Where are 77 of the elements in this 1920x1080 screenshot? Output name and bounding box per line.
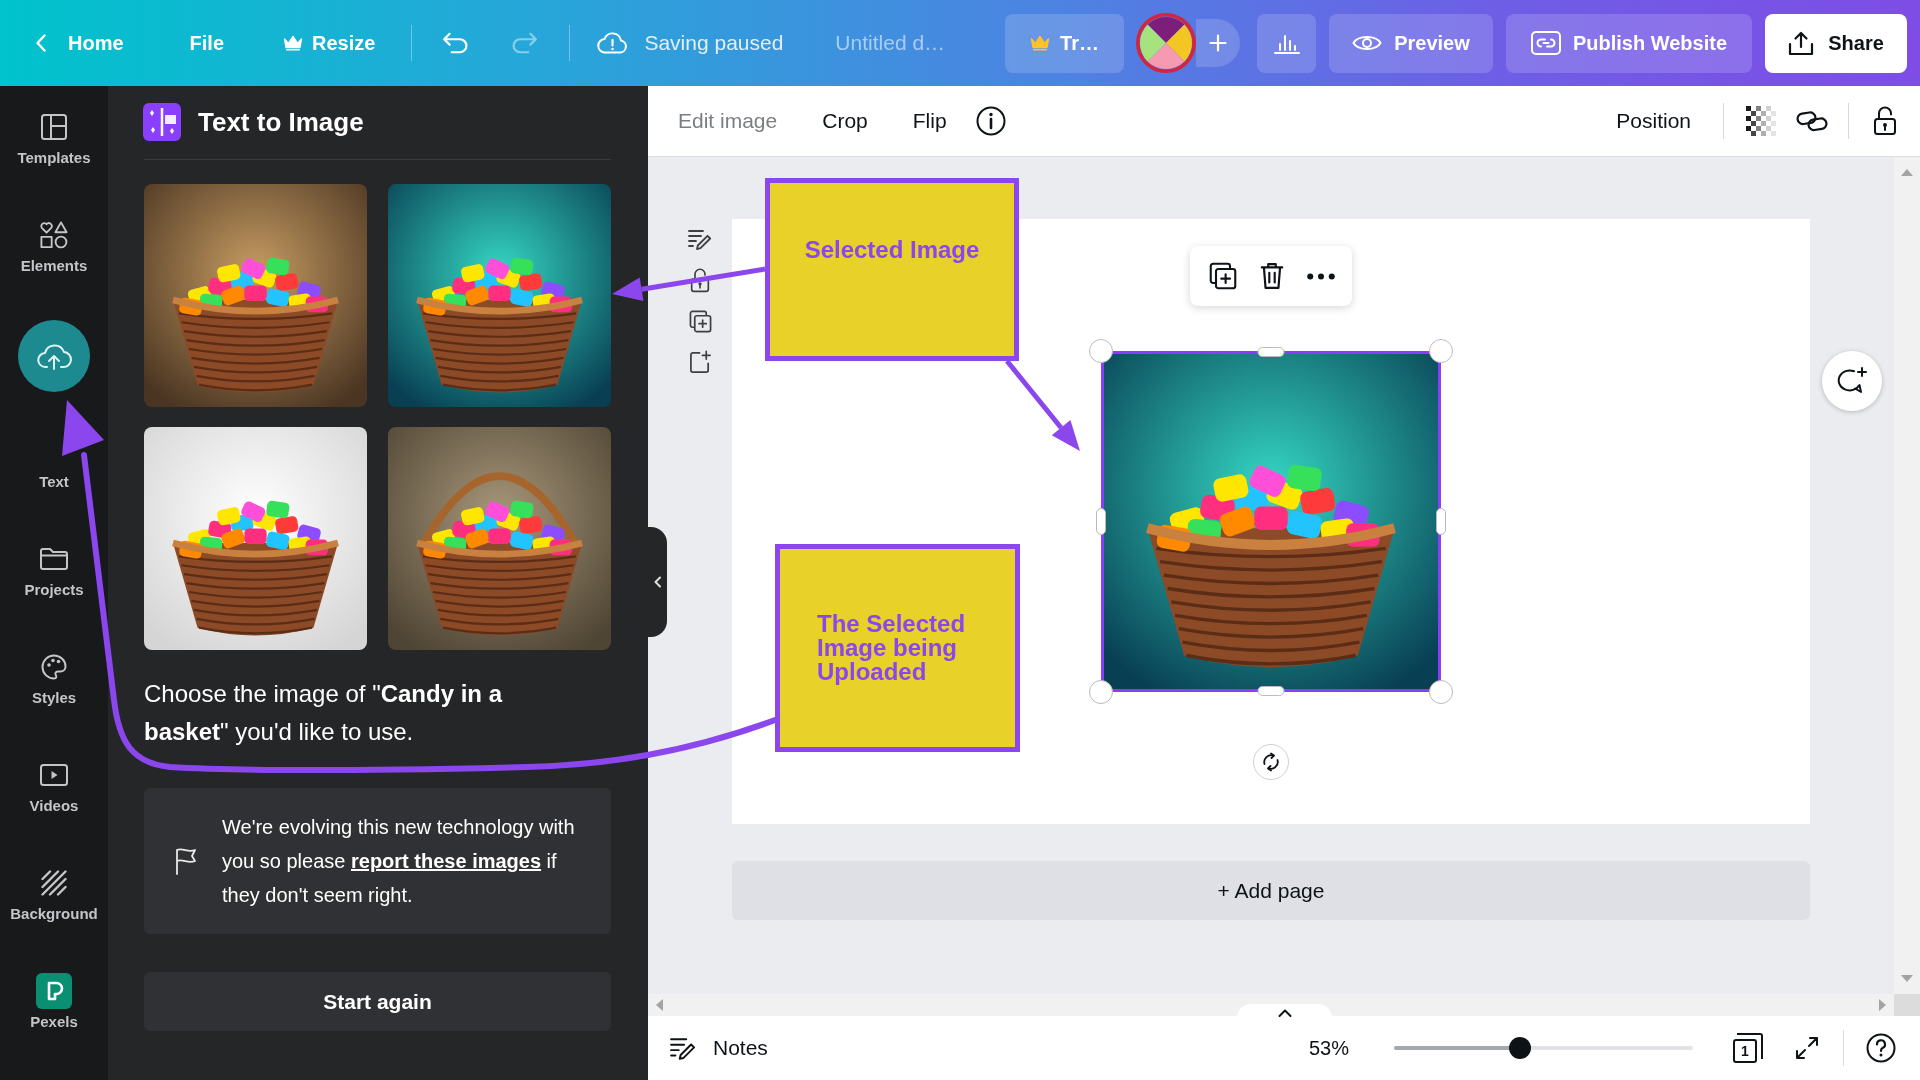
fullscreen-icon[interactable]: [1795, 1036, 1819, 1060]
shapes-icon: [40, 221, 68, 249]
sidebar-item[interactable]: Videos: [0, 734, 108, 842]
more-icon[interactable]: [1307, 272, 1335, 280]
report-link[interactable]: report these images: [351, 850, 542, 872]
sidebar-item[interactable]: Styles: [0, 626, 108, 734]
notes-pencil-icon: [670, 1035, 696, 1061]
position-button[interactable]: Position: [1616, 99, 1691, 143]
trash-icon[interactable]: [1260, 262, 1284, 290]
cloud-alert-icon: [596, 31, 629, 55]
rotate-button[interactable]: [1253, 744, 1289, 780]
app-logo-icon: [143, 103, 181, 141]
add-button[interactable]: [1196, 19, 1240, 67]
share-icon: [1788, 30, 1815, 56]
candy-basket-drawing[interactable]: [144, 427, 367, 650]
folder-icon: [40, 548, 68, 570]
duplicate-icon[interactable]: [688, 310, 712, 333]
crown-icon: [1030, 35, 1051, 51]
help-icon[interactable]: [1866, 1033, 1896, 1063]
instruction-text: Choose the image of "Candy in a basket" you'd like to use.: [144, 679, 504, 747]
website-icon: [1530, 31, 1561, 55]
diagonal-stripes-icon: [41, 870, 67, 896]
zoom-level-text: 53%: [1308, 1036, 1349, 1060]
video-icon: [40, 764, 68, 786]
publish-website-button[interactable]: Publish Website: [1506, 13, 1752, 73]
toolbar-button[interactable]: Crop: [822, 99, 868, 143]
candy-basket-drawing[interactable]: [144, 184, 367, 407]
sidebar-item[interactable]: Background: [0, 842, 108, 950]
chart-button[interactable]: [1257, 13, 1316, 73]
sidebar-item[interactable]: Elements: [0, 194, 108, 302]
slider-thumb[interactable]: [1508, 1037, 1531, 1059]
chevron-left-icon: [36, 34, 46, 52]
preview-button[interactable]: Preview: [1329, 13, 1493, 73]
plus-icon: [1209, 34, 1227, 52]
notice-text: We're evolving this new technology with you so please report these images if they don't seem right.: [222, 815, 576, 908]
avatar-icon[interactable]: [1136, 13, 1196, 73]
palette-icon: [41, 654, 67, 680]
candy-basket-drawing[interactable]: [388, 184, 611, 407]
flag-icon: [175, 847, 197, 875]
sidebar-item[interactable]: Projects: [0, 518, 108, 626]
start-again-button[interactable]: Start again: [144, 972, 611, 1031]
callout-note: Selected Image: [765, 178, 1019, 361]
checkerboard-icon[interactable]: [1746, 106, 1776, 136]
eye-icon: [1352, 33, 1383, 53]
templates-icon: [41, 114, 67, 140]
candy-basket-drawing[interactable]: [388, 427, 611, 650]
sidebar-item[interactable]: Pexels: [0, 950, 108, 1058]
toolbar-button[interactable]: Flip: [912, 99, 947, 143]
crown-icon: [283, 35, 304, 51]
callout-note: The Selected Image being Uploaded: [775, 544, 1020, 752]
chevron-left-icon: [653, 576, 662, 588]
sidebar-item[interactable]: Text: [0, 410, 108, 518]
scrollbar-corner: [1894, 994, 1920, 1016]
add-page-button[interactable]: + Add page: [732, 861, 1810, 920]
padlock-icon[interactable]: [690, 268, 710, 293]
link-icon[interactable]: [1796, 109, 1828, 133]
undo-icon[interactable]: [442, 32, 469, 54]
sidebar-item[interactable]: Templates: [0, 86, 108, 194]
panel-title: Text to Image: [198, 106, 364, 138]
comment-plus-icon: [1837, 367, 1867, 395]
pexels-logo-icon: [36, 973, 72, 1009]
selected-candy-basket-drawing[interactable]: [1089, 339, 1453, 704]
chevron-up-icon: [1277, 1008, 1292, 1018]
padlock-icon[interactable]: [1873, 106, 1897, 136]
share-button[interactable]: Share: [1765, 13, 1907, 73]
cloud-upload-icon: [18, 320, 90, 392]
zoom-slider[interactable]: [1394, 1037, 1693, 1059]
rotate-icon: [1261, 752, 1281, 772]
save-status-text: Saving paused: [644, 31, 784, 55]
notes-button[interactable]: Notes: [670, 1035, 768, 1061]
collapse-panel-button[interactable]: [648, 527, 667, 637]
add-box-icon[interactable]: [688, 350, 712, 373]
info-icon[interactable]: [975, 106, 1006, 136]
bar-chart-icon: [1273, 32, 1300, 54]
add-comment-button[interactable]: [1822, 351, 1882, 411]
notes-pencil-icon[interactable]: [688, 228, 712, 251]
duplicate-icon[interactable]: [1209, 262, 1237, 290]
